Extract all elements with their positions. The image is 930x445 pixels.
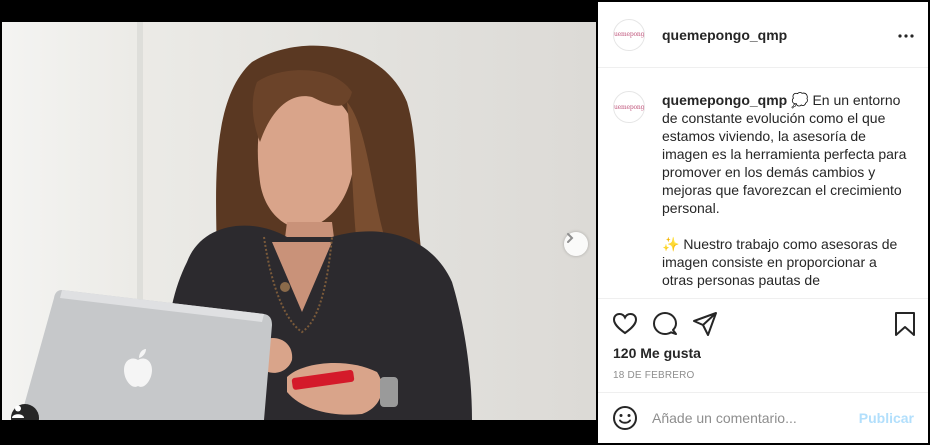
avatar[interactable]: quemepongo bbox=[613, 18, 645, 51]
post-actions: 120 Me gusta 18 de febrero bbox=[598, 298, 928, 392]
more-options-button[interactable] bbox=[896, 24, 916, 44]
emoji-button[interactable] bbox=[612, 405, 638, 431]
post-side-panel: quemepongo quemepongo_qmp quemepongo que… bbox=[598, 2, 928, 443]
thought-bubble-emoji: 💭 bbox=[791, 92, 809, 108]
caption-username[interactable]: quemepongo_qmp bbox=[662, 92, 787, 108]
add-comment-bar: Publicar bbox=[598, 392, 928, 443]
header-username[interactable]: quemepongo_qmp bbox=[662, 27, 787, 43]
avatar-logo-text: quemepongo bbox=[614, 103, 645, 111]
share-button[interactable] bbox=[692, 311, 718, 337]
carousel-next-button[interactable] bbox=[564, 232, 588, 256]
caption-paragraph-1-text: En un entorno de constante evolución com… bbox=[662, 92, 907, 216]
caption-scroll-area[interactable]: quemepongo quemepongo_qmp 💭 En un entorn… bbox=[598, 69, 928, 298]
bookmark-icon bbox=[892, 312, 918, 341]
heart-icon bbox=[612, 312, 638, 341]
more-horizontal-icon bbox=[898, 25, 914, 43]
avatar-logo-text: quemepongo bbox=[614, 31, 645, 38]
like-button[interactable] bbox=[612, 311, 638, 337]
emoji-icon bbox=[612, 406, 638, 435]
publish-button[interactable]: Publicar bbox=[859, 410, 914, 426]
caption-paragraph-1: quemepongo_qmp 💭 En un entorno de consta… bbox=[662, 91, 907, 217]
comment-button[interactable] bbox=[652, 311, 678, 337]
likes-count[interactable]: 120 Me gusta bbox=[613, 345, 701, 361]
comment-input[interactable] bbox=[652, 410, 842, 426]
share-icon bbox=[692, 312, 718, 341]
post-header: quemepongo quemepongo_qmp bbox=[598, 2, 928, 68]
post-photo[interactable] bbox=[2, 22, 596, 420]
caption-paragraph-2: ✨ Nuestro trabajo como asesoras de image… bbox=[662, 236, 898, 288]
caption-text: quemepongo_qmp 💭 En un entorno de consta… bbox=[662, 91, 907, 298]
comment-icon bbox=[652, 312, 678, 341]
instagram-post-modal: quemepongo quemepongo_qmp quemepongo que… bbox=[0, 0, 930, 445]
caption-avatar[interactable]: quemepongo bbox=[613, 91, 645, 123]
post-date[interactable]: 18 de febrero bbox=[613, 370, 695, 381]
caption-comment: quemepongo quemepongo_qmp 💭 En un entorn… bbox=[613, 91, 912, 298]
photo-illustration bbox=[20, 45, 472, 420]
save-button[interactable] bbox=[892, 311, 918, 337]
